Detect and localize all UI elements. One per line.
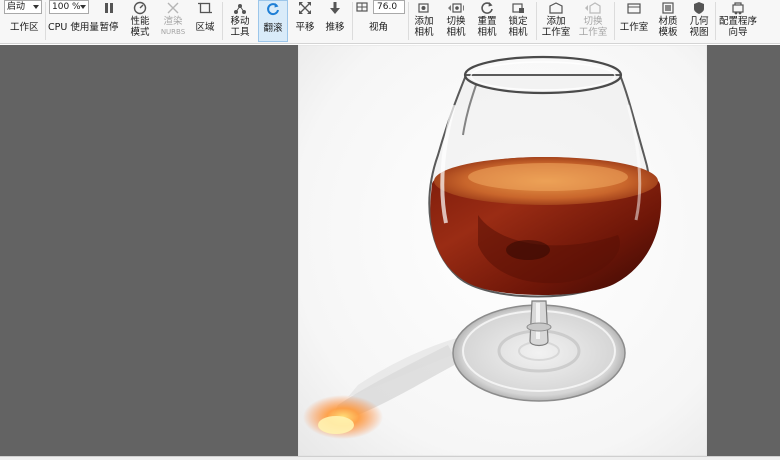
lock-camera-label-1: 锁定: [508, 16, 528, 27]
field-of-view-input[interactable]: 76.0: [373, 0, 405, 14]
studio-button[interactable]: 工作室: [618, 0, 650, 42]
separator: [715, 2, 716, 40]
switch-studio-icon: [585, 1, 601, 15]
dolly-button[interactable]: 推移: [322, 0, 348, 42]
switch-camera-label-2: 相机: [446, 27, 466, 38]
move-tool-button[interactable]: 移动 工具: [226, 0, 254, 42]
field-of-view-value: 76.0: [377, 2, 398, 12]
wizard-icon: [730, 1, 746, 15]
material-template-icon: [660, 1, 676, 15]
cpu-usage-label: CPU 使用量: [48, 22, 99, 33]
studio-label: 工作室: [619, 22, 649, 33]
separator: [352, 2, 353, 40]
zoom-dropdown[interactable]: 100 %: [49, 0, 89, 14]
nurbs-icon: [165, 1, 181, 15]
tumble-button[interactable]: 翻滚: [258, 0, 288, 42]
start-mode-value: 启动: [7, 2, 26, 12]
separator: [614, 2, 615, 40]
render-viewport[interactable]: [0, 45, 780, 456]
region-crop-icon: [197, 1, 213, 15]
render-nurbs-label-1: 渲染: [163, 16, 183, 27]
switch-camera-label-1: 切换: [446, 16, 466, 27]
add-studio-button[interactable]: 添加 工作室: [540, 0, 572, 42]
status-bar: [0, 456, 780, 460]
region-button[interactable]: 区域: [192, 0, 218, 42]
separator: [222, 2, 223, 40]
geometry-view-label-2: 视图: [689, 27, 709, 38]
material-template-label-1: 材质: [658, 16, 678, 27]
add-camera-icon: [416, 1, 432, 15]
separator: [45, 2, 46, 40]
move-tool-icon: [232, 1, 248, 15]
separator: [408, 2, 409, 40]
pause-label: 暂停: [99, 22, 119, 33]
brandy-glass-render: [298, 45, 707, 456]
configuration-wizard-button[interactable]: 配置程序 向导: [718, 0, 758, 42]
move-tool-label-1: 移动: [230, 16, 250, 27]
separator: [536, 2, 537, 40]
render-nurbs-button[interactable]: 渲染 NURBS: [158, 0, 188, 42]
reset-camera-button[interactable]: 重置 相机: [474, 0, 500, 42]
reset-camera-icon: [479, 1, 495, 15]
pause-icon: [101, 1, 117, 15]
configuration-wizard-label-1: 配置程序: [718, 16, 757, 27]
reset-camera-label-2: 相机: [477, 27, 497, 38]
add-camera-button[interactable]: 添加 相机: [411, 0, 437, 42]
rotate-icon: [265, 2, 281, 16]
dolly-arrow-icon: [327, 1, 343, 15]
studio-icon: [626, 1, 642, 15]
cpu-usage-button[interactable]: CPU 使用量: [48, 22, 99, 33]
pan-arrows-icon: [297, 1, 313, 15]
performance-mode-label-1: 性能: [130, 16, 150, 27]
lock-camera-label-2: 相机: [508, 27, 528, 38]
add-studio-icon: [548, 1, 564, 15]
geometry-view-label-1: 几何: [689, 16, 709, 27]
performance-mode-button[interactable]: 性能 模式: [126, 0, 154, 42]
material-template-button[interactable]: 材质 模板: [654, 0, 682, 42]
field-of-view-icon: [356, 1, 370, 13]
chevron-down-icon: [33, 5, 39, 9]
main-toolbar: 启动 工作区 100 % CPU 使用量 暂停 性能 模式 渲染 NURBS 区…: [0, 0, 780, 44]
move-tool-label-2: 工具: [230, 27, 250, 38]
material-template-label-2: 模板: [658, 27, 678, 38]
add-camera-label-2: 相机: [414, 27, 434, 38]
geometry-view-button[interactable]: 几何 视图: [686, 0, 712, 42]
add-studio-label-2: 工作室: [541, 27, 571, 38]
geometry-shield-icon: [691, 1, 707, 15]
workspace-button[interactable]: 工作区: [10, 22, 39, 33]
lock-camera-icon: [510, 1, 526, 15]
region-label: 区域: [195, 22, 215, 33]
zoom-value: 100 %: [52, 2, 81, 12]
workspace-label: 工作区: [10, 22, 39, 33]
tumble-label: 翻滚: [263, 23, 283, 34]
add-camera-label-1: 添加: [414, 16, 434, 27]
pan-label: 平移: [295, 22, 315, 33]
switch-camera-icon: [448, 1, 464, 15]
chevron-down-icon: [80, 5, 86, 9]
configuration-wizard-label-2: 向导: [728, 27, 748, 38]
pause-button[interactable]: 暂停: [96, 0, 122, 42]
switch-studio-button[interactable]: 切换 工作室: [576, 0, 610, 42]
switch-studio-label-1: 切换: [583, 16, 603, 27]
switch-camera-button[interactable]: 切换 相机: [441, 0, 471, 42]
pan-button[interactable]: 平移: [292, 0, 318, 42]
field-of-view-label: 视角: [369, 22, 388, 33]
render-nurbs-label-2: NURBS: [160, 28, 186, 36]
field-of-view-text: 视角: [369, 22, 389, 33]
add-studio-label-1: 添加: [546, 16, 566, 27]
switch-studio-label-2: 工作室: [578, 27, 608, 38]
lock-camera-button[interactable]: 锁定 相机: [504, 0, 532, 42]
reset-camera-label-1: 重置: [477, 16, 497, 27]
start-mode-dropdown[interactable]: 启动: [4, 0, 42, 14]
render-image[interactable]: [298, 45, 707, 456]
dolly-label: 推移: [325, 22, 345, 33]
performance-gauge-icon: [132, 1, 148, 15]
performance-mode-label-2: 模式: [130, 27, 150, 38]
